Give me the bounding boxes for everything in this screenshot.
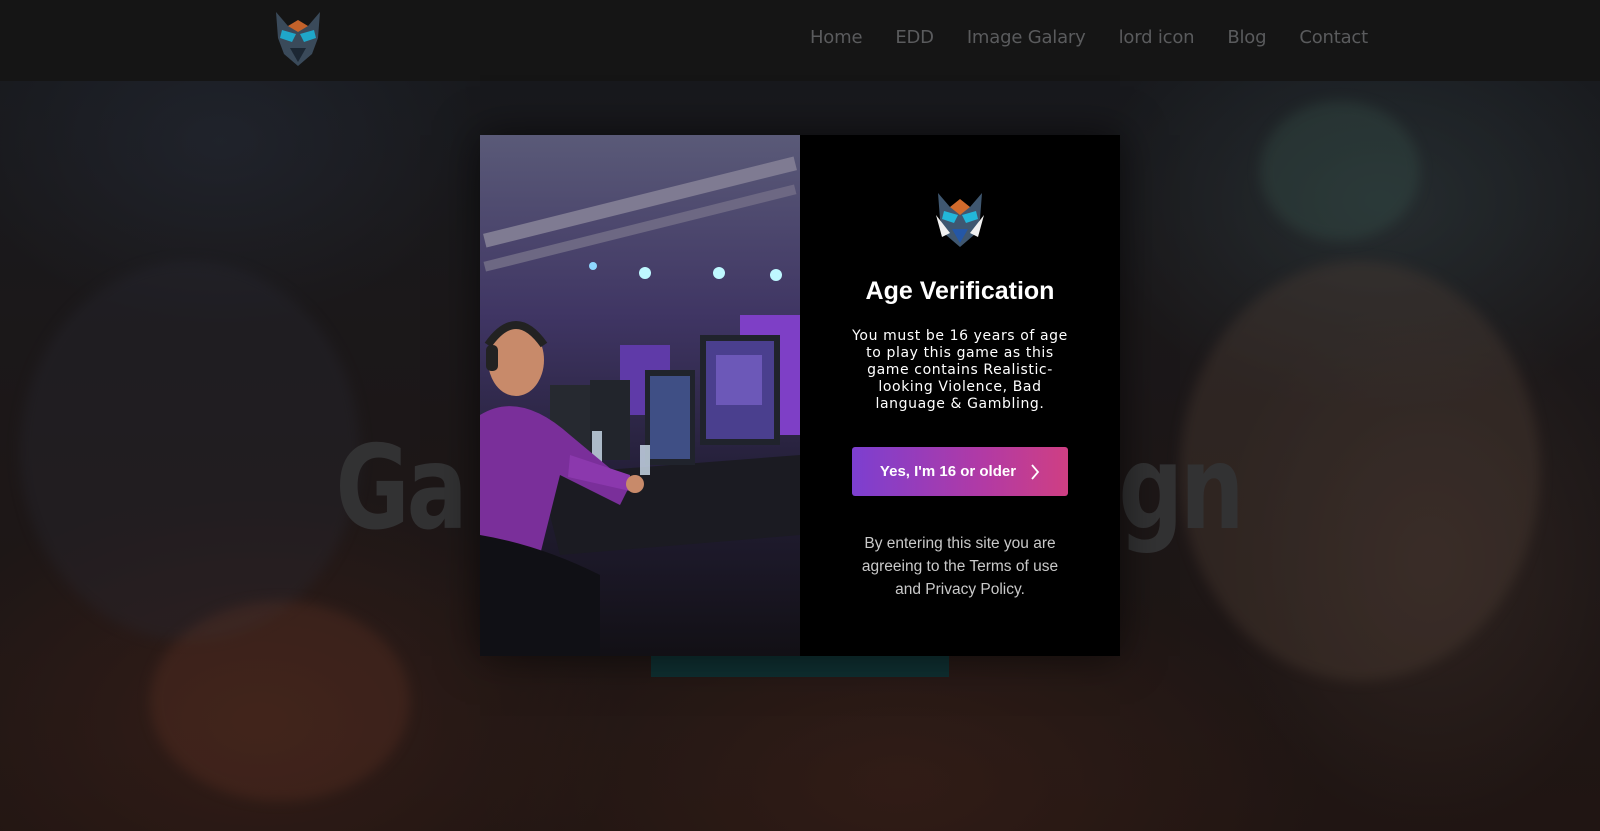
age-confirm-label: Yes, I'm 16 or older	[879, 463, 1017, 480]
gamer-photo-illustration	[480, 156, 800, 656]
nav-image-galary[interactable]: Image Galary	[967, 27, 1086, 48]
nav-lord-icon[interactable]: lord icon	[1119, 27, 1195, 48]
modal-content: Age Verification You must be 16 years of…	[800, 135, 1120, 656]
wolf-logo-icon[interactable]	[268, 8, 328, 70]
modal-description: You must be 16 years of age to play this…	[852, 328, 1068, 412]
modal-terms-text: By entering this site you are agreeing t…	[861, 535, 1059, 598]
nav-contact[interactable]: Contact	[1299, 27, 1368, 48]
chevron-right-icon	[1031, 463, 1040, 480]
modal-title: Age Verification	[865, 277, 1055, 305]
gamer-photo	[480, 135, 800, 656]
nav-blog[interactable]: Blog	[1227, 27, 1266, 48]
main-nav: Home EDD Image Galary lord icon Blog Con…	[810, 0, 1368, 74]
nav-edd[interactable]: EDD	[895, 27, 934, 48]
nav-home[interactable]: Home	[810, 27, 863, 48]
age-confirm-button[interactable]: Yes, I'm 16 or older	[852, 447, 1068, 496]
site-header: Home EDD Image Galary lord icon Blog Con…	[0, 0, 1600, 81]
wolf-logo-icon	[936, 193, 984, 247]
age-verification-modal: Age Verification You must be 16 years of…	[480, 135, 1120, 656]
